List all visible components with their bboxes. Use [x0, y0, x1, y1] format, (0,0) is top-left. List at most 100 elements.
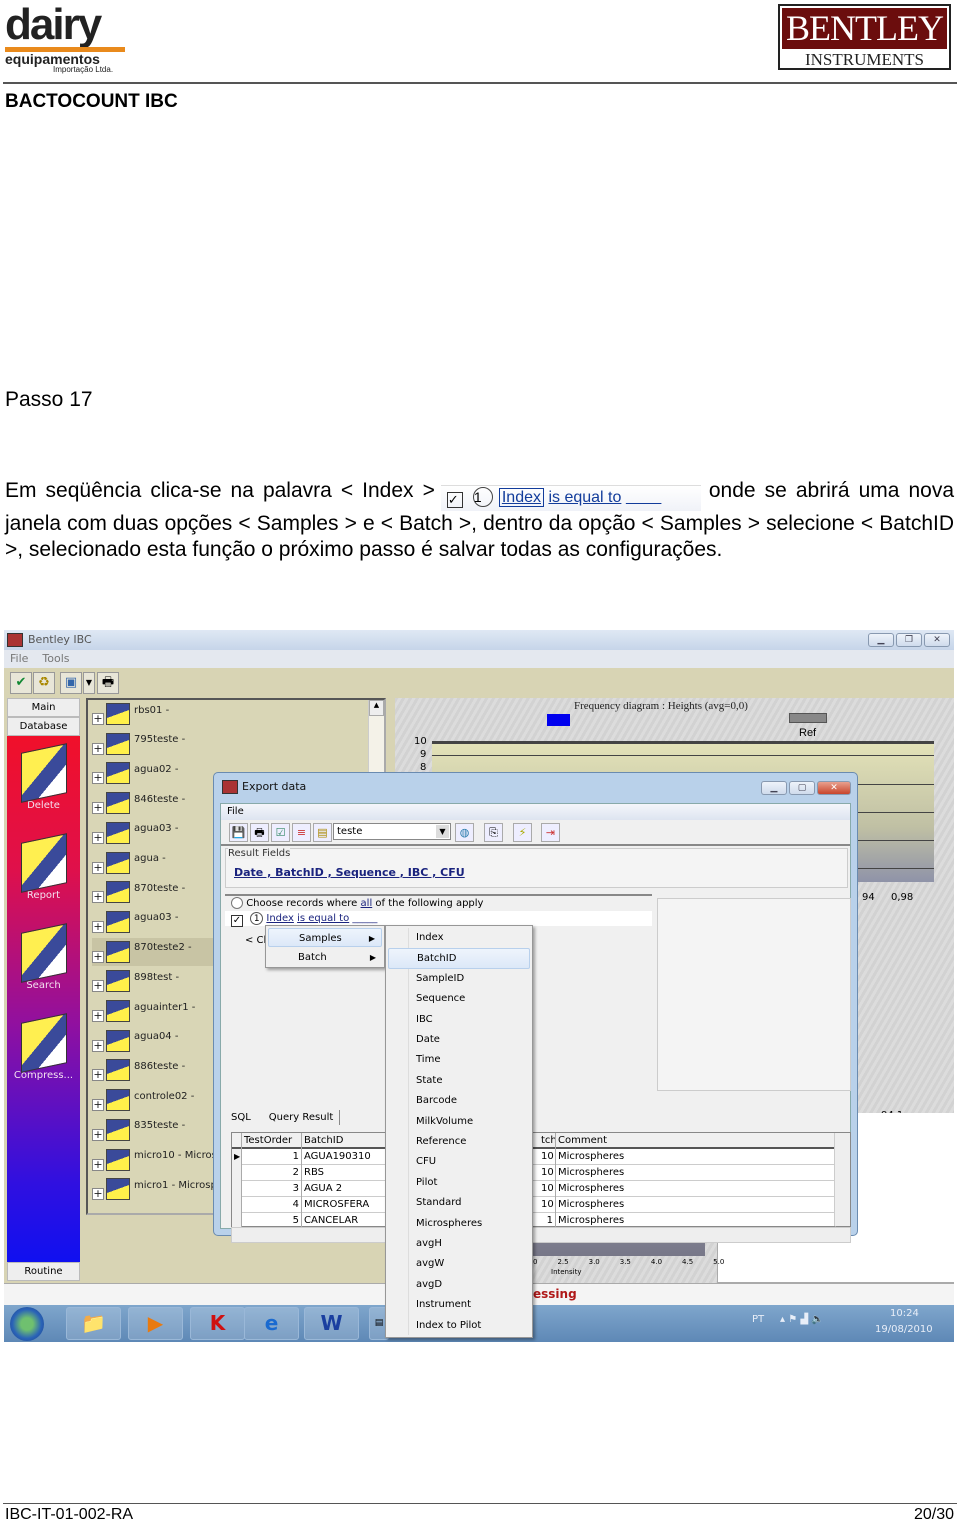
tree-item[interactable]: + agua02 -	[92, 759, 178, 787]
menu-tools[interactable]: Tools	[42, 652, 69, 665]
explorer-task[interactable]: 📁	[66, 1307, 121, 1340]
table-row[interactable]: 3 AGUA 2 10 Microspheres	[232, 1181, 850, 1197]
word-task[interactable]: W	[304, 1307, 359, 1340]
globe-icon[interactable]: ◍	[455, 823, 474, 842]
submenu-item[interactable]: Standard	[388, 1193, 530, 1213]
print-icon[interactable]: 🖶	[250, 823, 269, 842]
expand-icon[interactable]: +	[92, 1188, 104, 1201]
tray-icons[interactable]: ▴ ⚑ ▟ 🔈	[780, 1314, 824, 1325]
result-fields-link[interactable]: Date , BatchID , Sequence , IBC , CFU	[234, 866, 465, 879]
dropdown-arrow-icon[interactable]: ▼	[83, 672, 95, 694]
tree-item[interactable]: + rbs01 -	[92, 700, 169, 728]
expand-icon[interactable]: +	[92, 1158, 104, 1171]
tree-item[interactable]: + aguainter1 -	[92, 997, 195, 1025]
submenu-item[interactable]: Date	[388, 1030, 530, 1050]
menu-item-samples[interactable]: Samples ▶	[268, 928, 382, 947]
tree-item[interactable]: + controle02 -	[92, 1086, 194, 1114]
close-button[interactable]: ✕	[924, 633, 950, 647]
compress-button[interactable]: Compress...	[7, 1013, 80, 1081]
expand-icon[interactable]: +	[92, 861, 104, 874]
submenu-item[interactable]: avgW	[388, 1254, 530, 1274]
expand-icon[interactable]: +	[92, 772, 104, 785]
submenu-item[interactable]: Index	[388, 928, 530, 948]
expand-icon[interactable]: +	[92, 891, 104, 904]
table-row[interactable]: ▶ 1 AGUA190310 10 Microspheres	[232, 1149, 850, 1165]
tree-item[interactable]: +886teste -	[92, 1056, 185, 1084]
submenu-item[interactable]: SampleID	[388, 969, 530, 989]
expand-icon[interactable]: +	[92, 1099, 104, 1112]
table-row[interactable]: 4 MICROSFERA 10 Microspheres	[232, 1197, 850, 1213]
tab-main[interactable]: Main	[7, 698, 80, 717]
tree-item[interactable]: + agua04 -	[92, 1027, 178, 1055]
dialog-menu-file[interactable]: File	[221, 804, 850, 820]
tree-item[interactable]: +846teste -	[92, 789, 185, 817]
clock-time[interactable]: 10:24	[890, 1308, 919, 1319]
tree-item[interactable]: + agua03 -	[92, 819, 178, 847]
tree-item[interactable]: + micro1 - Microsp	[92, 1175, 217, 1203]
refresh-icon[interactable]: ♻	[33, 672, 55, 694]
tree-item[interactable]: + micro10 - Micros	[92, 1146, 217, 1174]
submenu-item[interactable]: Reference	[388, 1132, 530, 1152]
query-combo[interactable]: teste ▼	[333, 823, 451, 840]
kaspersky-task[interactable]: K	[190, 1307, 245, 1340]
expand-icon[interactable]: +	[92, 1010, 104, 1022]
export-icon[interactable]: ⎘	[484, 823, 503, 842]
condition-operator-link[interactable]: is equal to	[297, 913, 349, 924]
media-player-task[interactable]: ▶	[128, 1307, 183, 1340]
column-header[interactable]: Comment	[556, 1133, 836, 1149]
submenu-item[interactable]: Index to Pilot	[388, 1316, 530, 1336]
tree-item[interactable]: +898test -	[92, 967, 179, 995]
printer-icon[interactable]: 🖶	[97, 672, 119, 694]
ie-task[interactable]: e	[244, 1307, 299, 1340]
maximize-button[interactable]: ❐	[896, 633, 922, 647]
tab-sql[interactable]: SQL	[225, 1110, 257, 1125]
expand-icon[interactable]: +	[92, 1039, 104, 1052]
tab-query-result[interactable]: Query Result	[263, 1110, 341, 1125]
submenu-item[interactable]: Sequence	[388, 989, 530, 1009]
expand-icon[interactable]: +	[92, 980, 104, 993]
column-header[interactable]: TestOrder	[242, 1133, 302, 1149]
dialog-minimize-button[interactable]: ▁	[761, 781, 787, 795]
copy-icon[interactable]: ▤	[313, 823, 332, 842]
expand-icon[interactable]: +	[92, 1128, 104, 1141]
start-button[interactable]	[10, 1307, 44, 1341]
expand-icon[interactable]: +	[92, 742, 104, 755]
delete-button[interactable]: Delete	[7, 743, 80, 811]
column-header[interactable]: tch	[539, 1133, 556, 1149]
report-button[interactable]: Report	[7, 833, 80, 901]
column-header[interactable]: BatchID	[302, 1133, 392, 1149]
expand-icon[interactable]: +	[92, 920, 104, 933]
submenu-item[interactable]: Time	[388, 1050, 530, 1070]
check-icon[interactable]: ✔	[10, 672, 32, 694]
submenu-item[interactable]: avgD	[388, 1275, 530, 1295]
run-icon[interactable]: ⚡	[513, 823, 532, 842]
all-link[interactable]: all	[361, 898, 373, 909]
image-icon[interactable]: ▣	[60, 672, 82, 694]
expand-icon[interactable]: +	[92, 802, 104, 815]
submenu-item[interactable]: IBC	[388, 1010, 530, 1030]
grid-vertical-scrollbar[interactable]	[834, 1133, 850, 1226]
submenu-item[interactable]: Instrument	[388, 1295, 530, 1315]
save-icon[interactable]: 💾	[229, 823, 248, 842]
expand-icon[interactable]: +	[92, 950, 104, 963]
tree-item[interactable]: +795teste -	[92, 730, 185, 758]
fields-icon[interactable]: ≡	[292, 823, 311, 842]
dialog-close-button[interactable]: ✕	[817, 781, 851, 795]
tree-item[interactable]: +870teste -	[92, 878, 185, 906]
tab-routine[interactable]: Routine	[7, 1262, 80, 1281]
condition-checkbox[interactable]: ✓	[231, 915, 243, 927]
submenu-item[interactable]: MilkVolume	[388, 1112, 530, 1132]
combo-arrow-icon[interactable]: ▼	[436, 825, 449, 838]
row-indicator[interactable]	[232, 1181, 242, 1197]
tree-item[interactable]: +835teste -	[92, 1116, 185, 1144]
expand-icon[interactable]: +	[92, 1069, 104, 1082]
submenu-item[interactable]: CFU	[388, 1152, 530, 1172]
submenu-item[interactable]: BatchID	[388, 948, 530, 969]
table-row[interactable]: 2 RBS 10 Microspheres	[232, 1165, 850, 1181]
dialog-maximize-button[interactable]: ▢	[789, 781, 815, 795]
submenu-item[interactable]: Pilot	[388, 1173, 530, 1193]
submenu-item[interactable]: Barcode	[388, 1091, 530, 1111]
tree-item[interactable]: + agua03 -	[92, 908, 178, 936]
submenu-item[interactable]: avgH	[388, 1234, 530, 1254]
submenu-item[interactable]: Microspheres	[388, 1214, 530, 1234]
